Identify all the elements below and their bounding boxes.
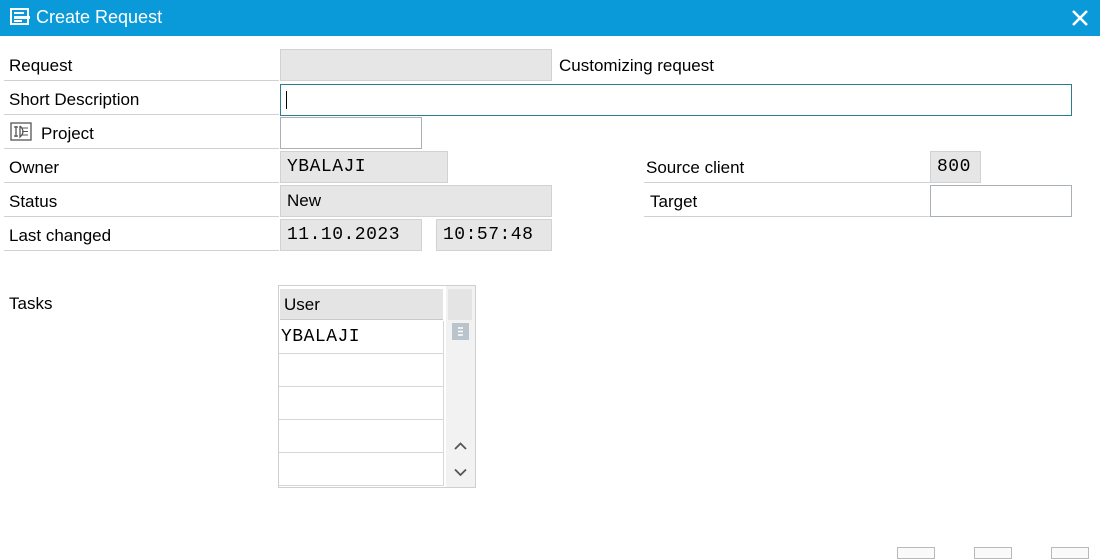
tasks-label: Tasks: [9, 294, 53, 313]
last-changed-time-field: 10:57:48: [436, 219, 552, 251]
request-field: [280, 49, 552, 81]
window-title: Create Request: [36, 7, 163, 27]
target-label: Target: [650, 192, 698, 211]
status-label: Status: [9, 192, 58, 211]
target-underline: [644, 216, 931, 217]
short-description-input[interactable]: [280, 84, 1072, 116]
close-icon[interactable]: [1071, 9, 1089, 27]
last-changed-date-field: 11.10.2023: [280, 219, 422, 251]
scrollbar-header: [448, 289, 472, 320]
status-field: New: [280, 185, 552, 217]
table-row[interactable]: [279, 453, 444, 486]
project-icon[interactable]: [10, 122, 32, 142]
last-changed-label: Last changed: [9, 226, 112, 245]
request-type-text: Customizing request: [559, 56, 714, 75]
project-underline: [4, 148, 279, 149]
status-underline: [4, 216, 279, 217]
column-menu-icon[interactable]: [452, 323, 469, 340]
vertical-scrollbar[interactable]: [446, 286, 475, 487]
project-input[interactable]: [280, 117, 422, 149]
request-label: Request: [9, 56, 73, 75]
footer-button-1[interactable]: [897, 547, 935, 559]
footer-button-2[interactable]: [974, 547, 1012, 559]
request-window-icon: [10, 8, 30, 25]
tasks-table: User YBALAJI: [278, 285, 476, 488]
target-input[interactable]: [930, 185, 1072, 217]
text-cursor: [286, 91, 287, 109]
source-client-label: Source client: [646, 158, 745, 177]
chevron-up-icon[interactable]: [452, 439, 469, 454]
owner-label: Owner: [9, 158, 60, 177]
source-client-underline: [644, 182, 931, 183]
short-description-label: Short Description: [9, 90, 140, 109]
owner-underline: [4, 182, 279, 183]
chevron-down-icon[interactable]: [452, 465, 469, 480]
table-row[interactable]: [279, 354, 444, 387]
source-client-field: 800: [930, 151, 981, 183]
table-row[interactable]: [279, 387, 444, 420]
user-column-header[interactable]: User: [280, 289, 443, 320]
project-label: Project: [41, 124, 94, 143]
table-row[interactable]: YBALAJI: [279, 321, 444, 354]
owner-field: YBALAJI: [280, 151, 448, 183]
last-changed-underline: [4, 250, 279, 251]
short-description-underline: [4, 114, 279, 115]
table-row[interactable]: [279, 420, 444, 453]
request-underline: [4, 80, 279, 81]
title-bar: Create Request: [0, 0, 1100, 36]
footer-button-3[interactable]: [1051, 547, 1089, 559]
